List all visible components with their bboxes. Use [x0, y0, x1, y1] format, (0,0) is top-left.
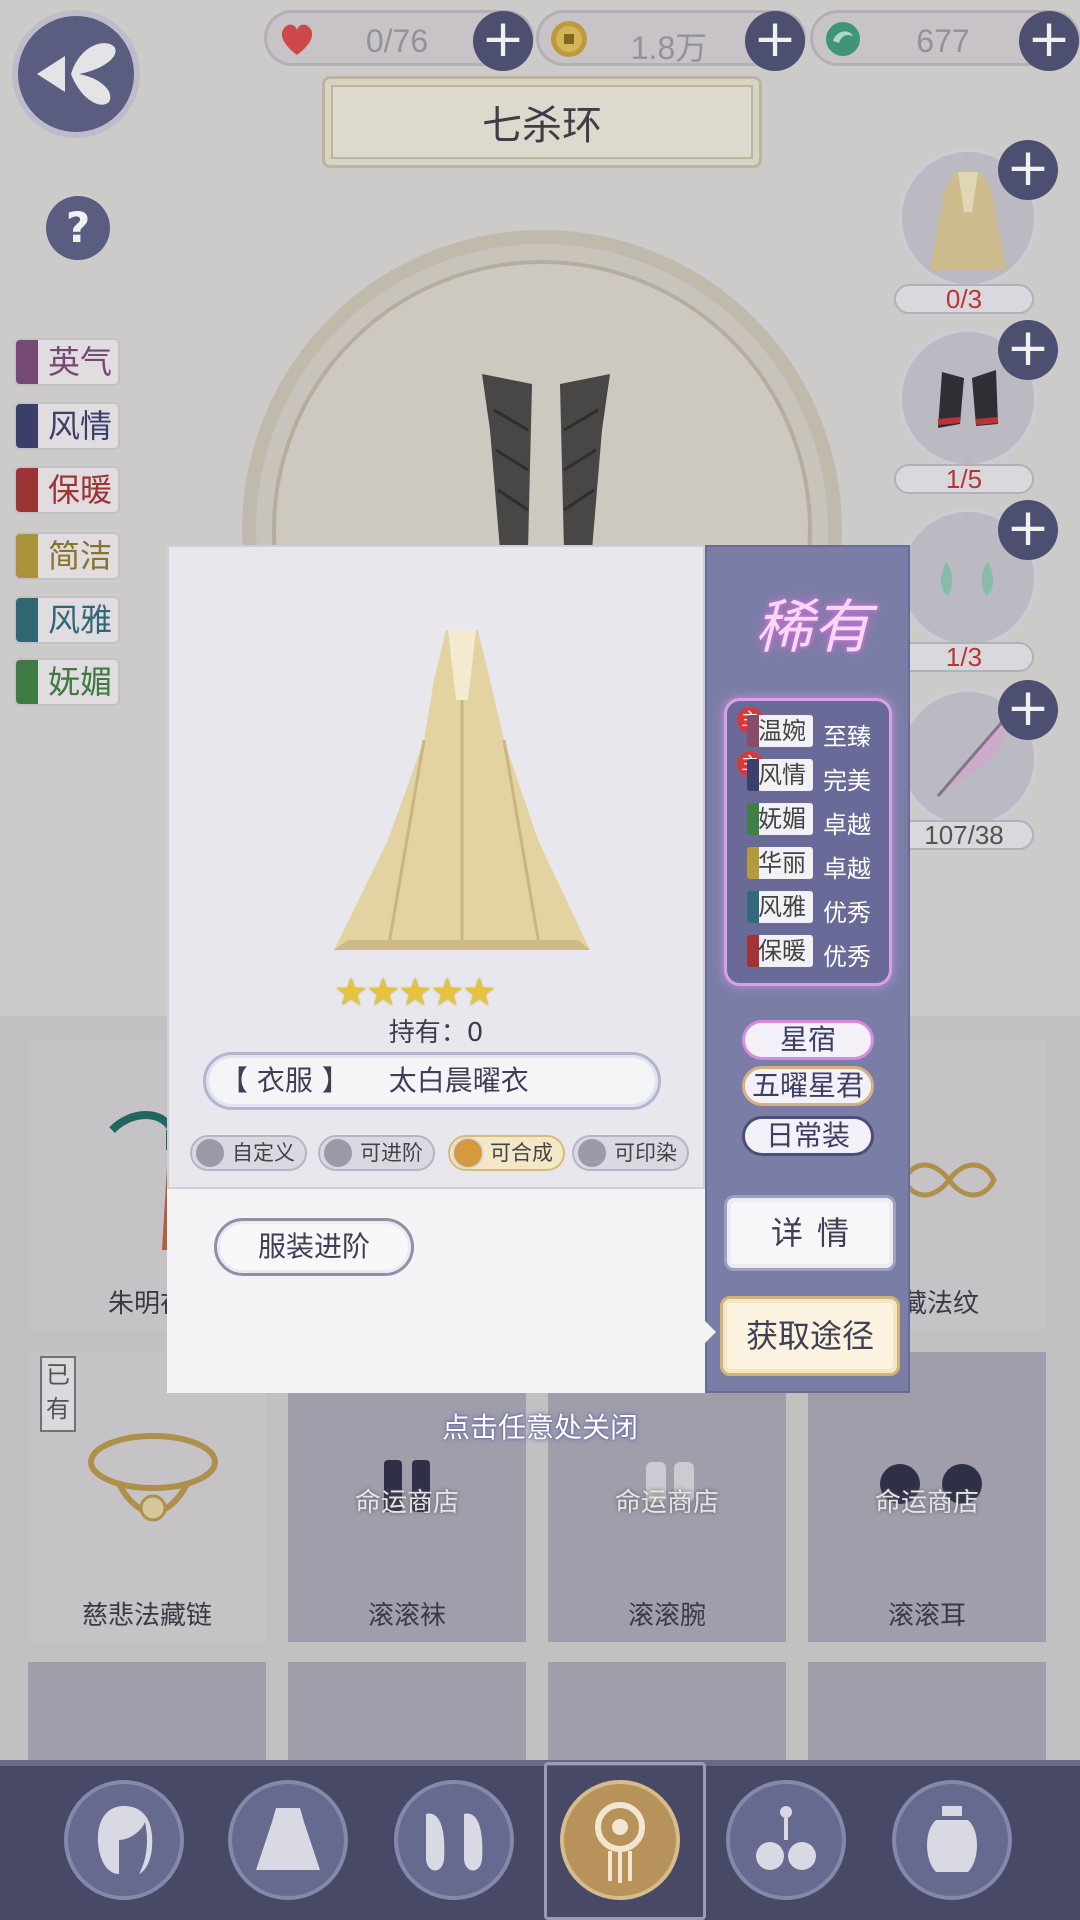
- attribute-name: 风雅: [758, 893, 806, 921]
- dye-icon: [576, 1137, 608, 1169]
- attribute-name: 保暖: [758, 937, 806, 965]
- attribute-row: 华丽 卓越: [737, 847, 887, 883]
- attribute-level: 卓越: [823, 855, 871, 883]
- customize-button[interactable]: 自定义: [190, 1135, 307, 1171]
- rating-stars: ★★★★★: [334, 970, 496, 1014]
- synthesizable-button[interactable]: 可合成: [448, 1135, 565, 1171]
- tag-richangzhuang[interactable]: 日常装: [742, 1116, 874, 1156]
- attribute-level: 完美: [823, 767, 871, 795]
- outfit-upgrade-button[interactable]: 服装进阶: [214, 1218, 414, 1276]
- attribute-name: 妩媚: [758, 805, 806, 833]
- attribute-row: 保暖 优秀: [737, 935, 887, 971]
- attribute-row: 妩媚 卓越: [737, 803, 887, 839]
- attribute-level: 卓越: [823, 811, 871, 839]
- item-attributes: 主 温婉 至臻 主 风情 完美 妩媚 卓越 华丽 卓越 风雅 优秀 保暖 优秀: [724, 698, 892, 986]
- item-category: 【 衣服 】: [220, 1064, 350, 1097]
- upgrade-icon: [322, 1137, 354, 1169]
- attribute-level: 优秀: [823, 899, 871, 927]
- close-hint: 点击任意处关闭: [441, 1411, 638, 1444]
- tag-wuyaoxingjun[interactable]: 五曜星君: [742, 1066, 874, 1106]
- attribute-name: 温婉: [758, 717, 806, 745]
- upgradable-button[interactable]: 可进阶: [318, 1135, 435, 1171]
- attribute-row: 主 风情 完美: [737, 751, 887, 795]
- attribute-level: 至臻: [823, 723, 871, 751]
- attribute-name: 风情: [758, 761, 806, 789]
- dyeable-button[interactable]: 可印染: [572, 1135, 689, 1171]
- item-name-bar: 【 衣服 】 太白晨曜衣: [203, 1052, 661, 1110]
- attribute-level: 优秀: [823, 943, 871, 971]
- dress-preview-image: [334, 630, 590, 951]
- obtain-source-button[interactable]: 获取途径: [720, 1296, 900, 1376]
- attribute-name: 华丽: [758, 849, 806, 877]
- customize-icon: [194, 1137, 226, 1169]
- obtain-arrow-icon: [704, 1320, 716, 1344]
- detail-button[interactable]: 详情: [724, 1195, 896, 1271]
- tag-xingxiu[interactable]: 星宿: [742, 1020, 874, 1060]
- synthesize-icon: [452, 1137, 484, 1169]
- attribute-row: 风雅 优秀: [737, 891, 887, 927]
- item-name: 太白晨曜衣: [388, 1064, 529, 1097]
- owned-count: 持有：0: [388, 1018, 484, 1048]
- attribute-row: 主 温婉 至臻: [737, 707, 887, 751]
- rarity-label: 稀有: [754, 593, 871, 661]
